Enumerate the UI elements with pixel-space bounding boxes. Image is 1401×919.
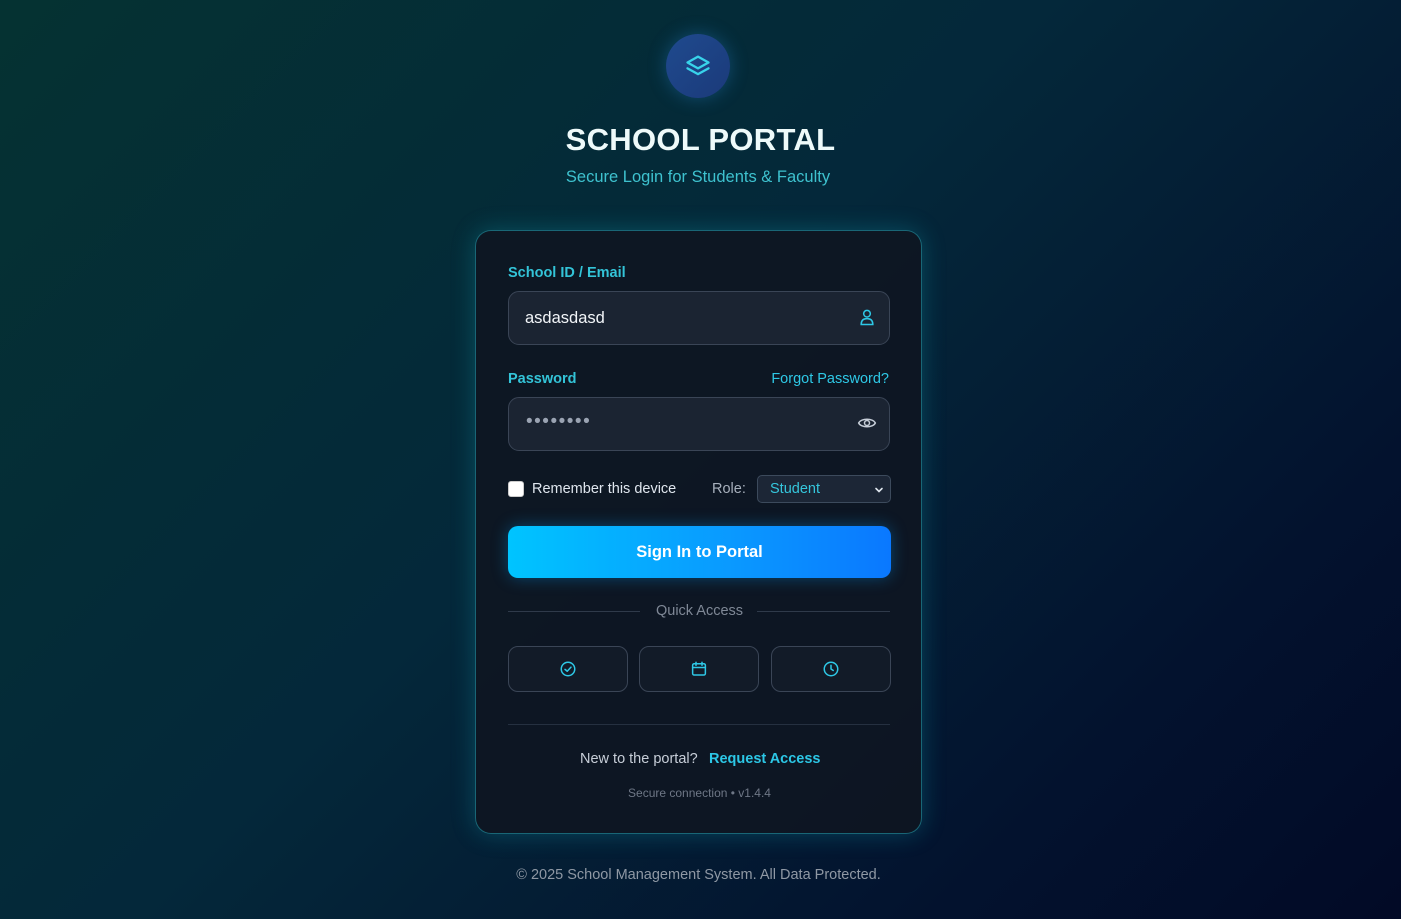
page-footer: © 2025 School Management System. All Dat… xyxy=(516,867,881,883)
layers-icon xyxy=(686,55,710,76)
portal-logo xyxy=(666,34,730,98)
school-id-input[interactable]: asdasdasd xyxy=(508,291,890,345)
eye-icon[interactable] xyxy=(857,413,877,433)
calendar-icon xyxy=(691,661,707,676)
quick-access-calendar-button[interactable] xyxy=(639,646,759,692)
forgot-password-link[interactable]: Forgot Password? xyxy=(771,371,889,387)
role-select[interactable]: Student xyxy=(757,475,891,503)
check-circle-icon xyxy=(560,661,576,677)
password-value: •••••••• xyxy=(526,411,592,432)
page-subtitle: Secure Login for Students & Faculty xyxy=(565,168,831,186)
new-to-portal-text: New to the portal? xyxy=(580,751,698,767)
quick-access-check-button[interactable] xyxy=(508,646,628,692)
remember-checkbox[interactable] xyxy=(508,481,524,497)
school-id-value: asdasdasd xyxy=(525,309,605,327)
request-access-link[interactable]: Request Access xyxy=(709,751,821,767)
sign-in-button[interactable]: Sign In to Portal xyxy=(508,526,891,578)
page-title: SCHOOL PORTAL xyxy=(565,122,836,157)
school-id-label: School ID / Email xyxy=(508,265,626,281)
card-separator xyxy=(508,724,890,725)
role-label: Role: xyxy=(712,481,746,497)
password-label: Password xyxy=(508,371,577,387)
login-card: School ID / Email asdasdasd Password For… xyxy=(475,230,922,834)
password-input[interactable]: •••••••• xyxy=(508,397,890,451)
user-icon xyxy=(860,309,874,326)
quick-access-clock-button[interactable] xyxy=(771,646,891,692)
clock-icon xyxy=(823,661,839,677)
secure-connection-text: Secure connection • v1.4.4 xyxy=(628,786,771,800)
remember-label: Remember this device xyxy=(532,481,677,497)
chevron-down-icon xyxy=(875,487,883,493)
role-value: Student xyxy=(770,481,820,497)
quick-access-label: Quick Access xyxy=(655,603,744,619)
